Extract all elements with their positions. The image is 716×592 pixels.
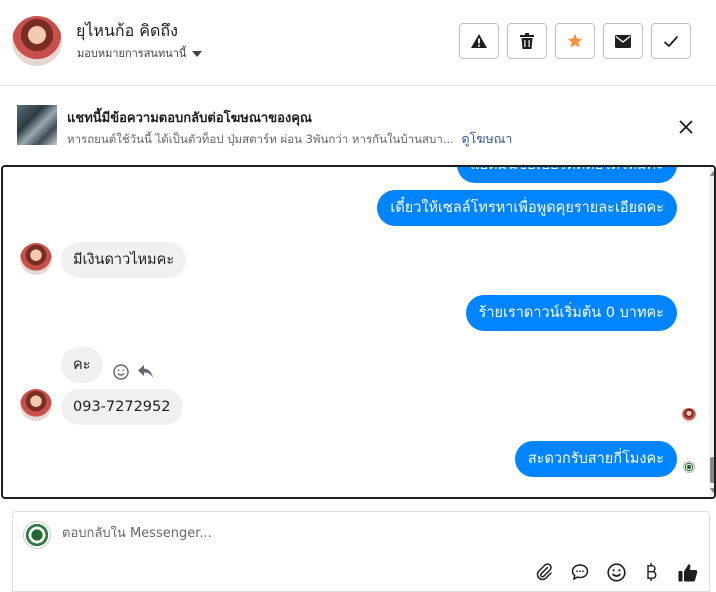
ad-thumbnail[interactable] — [17, 105, 57, 145]
message-bubble-incoming[interactable]: มีเงินดาวไหมคะ — [61, 242, 187, 278]
mark-done-button[interactable] — [651, 23, 691, 59]
message-thread[interactable]: แอดมินขอเบอร์ติดต่อได้ไหมคะ เดี๋ยวให้เซล… — [1, 165, 716, 499]
contact-avatar-small[interactable] — [20, 243, 52, 275]
star-button[interactable] — [555, 23, 595, 59]
close-banner-button[interactable] — [676, 117, 696, 137]
reply-composer — [12, 511, 710, 592]
message-bubble-outgoing[interactable]: สะดวกรับสายกี่โมงคะ — [514, 441, 677, 477]
seen-receipt-avatar — [682, 408, 696, 422]
thread-scrollbar[interactable] — [709, 167, 714, 497]
message-bubble-outgoing[interactable]: ร้ายเราดาวน์เริ่มต้น 0 บาทคะ — [465, 295, 677, 331]
reply-icon — [138, 365, 153, 378]
paperclip-icon — [536, 563, 552, 581]
message-bubble-outgoing[interactable]: เดี๋ยวให้เซลล์โทรหาเพื่อพูดคุยรายละเอียด… — [377, 190, 677, 226]
ad-description: หารถยนต์ใช้วันนี้ ได้เป็นตัวท็อป ปุ่มสตา… — [67, 129, 512, 149]
baht-icon — [647, 563, 657, 581]
assign-conversation-dropdown[interactable]: มอบหมายการสนทนานี้ — [77, 44, 203, 62]
saved-replies-button[interactable] — [569, 561, 591, 583]
reply-input[interactable] — [62, 526, 662, 541]
ad-reply-banner: แชทนี้มีข้อความตอบกลับต่อโฆษณาของคุณ หาร… — [0, 86, 716, 164]
close-icon — [679, 120, 693, 134]
scroll-thumb[interactable] — [710, 457, 714, 483]
scroll-up-arrow-icon[interactable] — [710, 171, 714, 176]
contact-avatar-small[interactable] — [20, 389, 52, 421]
report-button[interactable] — [459, 23, 499, 59]
delivered-page-avatar — [683, 461, 695, 473]
message-bubble-outgoing[interactable]: แอดมินขอเบอร์ติดต่อได้ไหมคะ — [457, 167, 677, 183]
emoji-icon — [113, 364, 129, 380]
delete-button[interactable] — [507, 23, 547, 59]
ad-banner-title: แชทนี้มีข้อความตอบกลับต่อโฆษณาของคุณ — [67, 111, 312, 126]
ad-description-text: หารถยนต์ใช้วันนี้ ได้เป็นตัวท็อป ปุ่มสตา… — [67, 132, 454, 146]
message-bubble-incoming[interactable]: 093-7272952 — [61, 389, 183, 425]
thumbs-up-icon — [678, 563, 698, 581]
view-ad-link[interactable]: ดูโฆษณา — [461, 131, 512, 146]
reply-button[interactable] — [137, 364, 154, 383]
check-icon — [663, 35, 679, 47]
trash-icon — [520, 33, 534, 49]
warning-icon — [471, 34, 487, 48]
assign-label: มอบหมายการสนทนานี้ — [77, 47, 187, 60]
caret-down-icon — [192, 50, 203, 57]
scroll-down-arrow-icon[interactable] — [710, 488, 714, 493]
react-button[interactable] — [113, 364, 129, 384]
send-like-button[interactable] — [677, 561, 699, 583]
envelope-icon — [615, 34, 631, 48]
mark-unread-button[interactable] — [603, 23, 643, 59]
message-bubble-incoming[interactable]: คะ — [61, 347, 103, 383]
emoji-icon — [606, 562, 626, 582]
contact-name[interactable]: ยุไหนก้อ คิดถึง — [76, 19, 178, 44]
contact-avatar[interactable] — [12, 16, 62, 66]
page-avatar — [23, 521, 51, 549]
payment-button[interactable] — [641, 561, 663, 583]
emoji-button[interactable] — [605, 561, 627, 583]
speech-bubble-icon — [571, 564, 589, 581]
attach-file-button[interactable] — [533, 561, 555, 583]
conversation-header: ยุไหนก้อ คิดถึง มอบหมายการสนทนานี้ — [0, 0, 716, 86]
star-icon — [567, 33, 583, 48]
